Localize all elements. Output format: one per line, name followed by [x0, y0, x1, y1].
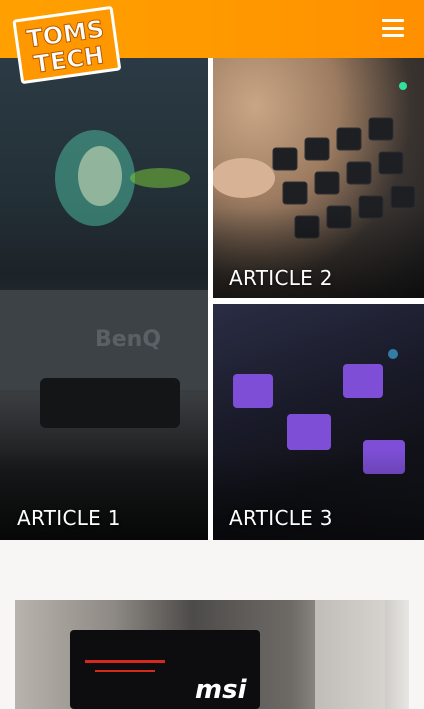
article-3-title[interactable]: ARTICLE 3	[229, 506, 333, 530]
article-card-2[interactable]: ARTICLE 2	[213, 58, 424, 298]
laptop-brand-text: msi	[195, 675, 248, 705]
featured-article-image[interactable]: msi	[15, 600, 409, 709]
article-grid: BenQ ARTICLE 1 ARTICLE 2 ARTICLE 3	[0, 58, 424, 540]
article-card-3[interactable]: ARTICLE 3	[213, 304, 424, 540]
laptop-image: msi	[70, 600, 385, 709]
hamburger-menu-icon[interactable]	[382, 19, 404, 37]
article-2-title[interactable]: ARTICLE 2	[229, 266, 333, 290]
article-1-title[interactable]: ARTICLE 1	[17, 506, 121, 530]
site-header: TOMS TECH	[0, 0, 424, 84]
site-logo[interactable]: TOMS TECH	[12, 6, 122, 86]
article-card-1[interactable]: BenQ ARTICLE 1	[0, 58, 208, 540]
monitor-brand-text: BenQ	[95, 327, 161, 352]
